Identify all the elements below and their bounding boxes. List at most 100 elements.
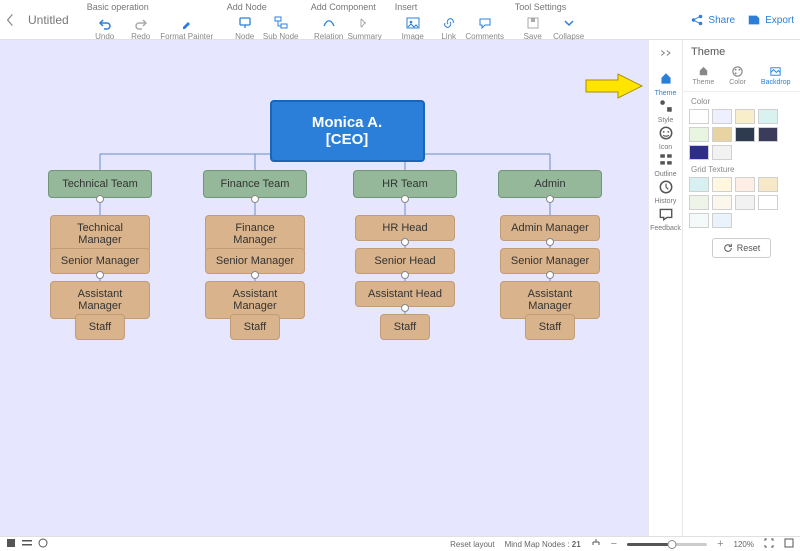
zoom-out-button[interactable]: − [611, 538, 617, 550]
canvas[interactable]: Monica A. [CEO]Technical TeamTechnical M… [0, 40, 648, 536]
sb-icon-1[interactable] [6, 538, 16, 550]
grid-swatch-2[interactable] [735, 177, 755, 192]
color-swatch-1[interactable] [712, 109, 732, 124]
style-icon [657, 97, 675, 115]
format-painter-button[interactable]: Format Painter [159, 14, 215, 41]
feedback-icon [657, 205, 675, 223]
grid-swatch-3[interactable] [758, 177, 778, 192]
grid-swatch-4[interactable] [689, 195, 709, 210]
add-subnode-button[interactable]: Sub Node [263, 14, 299, 41]
main-area: Monica A. [CEO]Technical TeamTechnical M… [0, 40, 800, 536]
zoom-in-button[interactable]: + [717, 538, 723, 550]
color-swatch-3[interactable] [758, 109, 778, 124]
backdrop-tab[interactable]: Backdrop [761, 64, 791, 86]
color-swatch-6[interactable] [735, 127, 755, 142]
collapse-dot[interactable] [251, 271, 259, 279]
node-f2[interactable]: Senior Manager [205, 248, 305, 274]
reset-button[interactable]: Reset [712, 238, 772, 258]
node-fin[interactable]: Finance Team [203, 170, 307, 198]
color-swatch-9[interactable] [712, 145, 732, 160]
fit-icon[interactable] [784, 538, 794, 550]
color-swatch-7[interactable] [758, 127, 778, 142]
color-swatches [683, 109, 800, 160]
iconbar-label: Feedback [650, 225, 681, 232]
collapse-dot[interactable] [546, 195, 554, 203]
iconbar-theme[interactable]: Theme [650, 70, 681, 97]
collapse-dot[interactable] [401, 304, 409, 312]
color-swatch-5[interactable] [712, 127, 732, 142]
reset-layout-link[interactable]: Reset layout [450, 540, 494, 549]
grid-swatch-5[interactable] [712, 195, 732, 210]
collapse-button[interactable]: Collapse [551, 14, 587, 41]
node-h2[interactable]: Senior Head [355, 248, 455, 274]
collapse-dot[interactable] [401, 238, 409, 246]
sb-icon-3[interactable] [38, 538, 48, 550]
node-t2[interactable]: Senior Manager [50, 248, 150, 274]
share-button[interactable]: Share [690, 13, 735, 27]
relation-button[interactable]: Relation [311, 14, 347, 41]
grid-swatch-0[interactable] [689, 177, 709, 192]
insert-comments-button[interactable]: Comments [467, 14, 503, 41]
fullscreen-icon[interactable] [764, 538, 774, 550]
panel-collapse-button[interactable] [658, 44, 674, 62]
node-tech[interactable]: Technical Team [48, 170, 152, 198]
insert-link-button[interactable]: Link [431, 14, 467, 41]
toolbar: Untitled Basic operationUndoRedoFormat P… [0, 0, 800, 40]
add-node-button[interactable]: Node [227, 14, 263, 41]
zoom-slider[interactable] [627, 543, 707, 546]
iconbar-outline[interactable]: Outline [650, 151, 681, 178]
sb-icon-2[interactable] [22, 538, 32, 550]
export-button[interactable]: Export [747, 13, 794, 27]
collapse-dot[interactable] [546, 271, 554, 279]
panel-tab-label: Theme [692, 79, 714, 86]
node-f4[interactable]: Staff [230, 314, 280, 340]
node-h4[interactable]: Staff [380, 314, 430, 340]
insert-image-button[interactable]: Image [395, 14, 431, 41]
image-icon [406, 16, 420, 30]
iconbar-feedback[interactable]: Feedback [650, 205, 681, 232]
node-t4[interactable]: Staff [75, 314, 125, 340]
node-ceo[interactable]: Monica A. [CEO] [270, 100, 425, 162]
iconbar-icon[interactable]: Icon [650, 124, 681, 151]
grid-swatch-6[interactable] [735, 195, 755, 210]
history-icon [657, 178, 675, 196]
collapse-dot[interactable] [96, 271, 104, 279]
theme-icon [657, 70, 675, 88]
document-title[interactable]: Untitled [20, 0, 81, 40]
collapse-dot[interactable] [401, 271, 409, 279]
grid-swatch-8[interactable] [689, 213, 709, 228]
node-h1[interactable]: HR Head [355, 215, 455, 241]
grid-swatch-9[interactable] [712, 213, 732, 228]
node-adm[interactable]: Admin [498, 170, 602, 198]
export-label: Export [765, 15, 794, 26]
node-a4[interactable]: Staff [525, 314, 575, 340]
collapse-dot[interactable] [251, 195, 259, 203]
tb-group-1: Add NodeNodeSub Node [221, 0, 305, 41]
theme-icon [696, 64, 710, 78]
undo-button[interactable]: Undo [87, 14, 123, 41]
node-h3[interactable]: Assistant Head [355, 281, 455, 307]
tb-group-title: Insert [395, 2, 503, 14]
color-swatch-2[interactable] [735, 109, 755, 124]
node-a2[interactable]: Senior Manager [500, 248, 600, 274]
color-tab[interactable]: Color [729, 64, 746, 86]
node-a1[interactable]: Admin Manager [500, 215, 600, 241]
sb-tree-icon[interactable] [591, 538, 601, 550]
node-hr[interactable]: HR Team [353, 170, 457, 198]
redo-button[interactable]: Redo [123, 14, 159, 41]
collapse-dot[interactable] [96, 195, 104, 203]
collapse-dot[interactable] [401, 195, 409, 203]
collapse-dot[interactable] [546, 238, 554, 246]
color-swatch-0[interactable] [689, 109, 709, 124]
grid-swatch-1[interactable] [712, 177, 732, 192]
summary-button[interactable]: Summary [347, 14, 383, 41]
color-swatch-4[interactable] [689, 127, 709, 142]
iconbar-style[interactable]: Style [650, 97, 681, 124]
theme-tab[interactable]: Theme [692, 64, 714, 86]
color-swatch-8[interactable] [689, 145, 709, 160]
save-button[interactable]: Save [515, 14, 551, 41]
back-button[interactable] [0, 0, 20, 40]
grid-swatch-7[interactable] [758, 195, 778, 210]
iconbar-history[interactable]: History [650, 178, 681, 205]
grid-section-label: Grid Texture [683, 160, 800, 177]
